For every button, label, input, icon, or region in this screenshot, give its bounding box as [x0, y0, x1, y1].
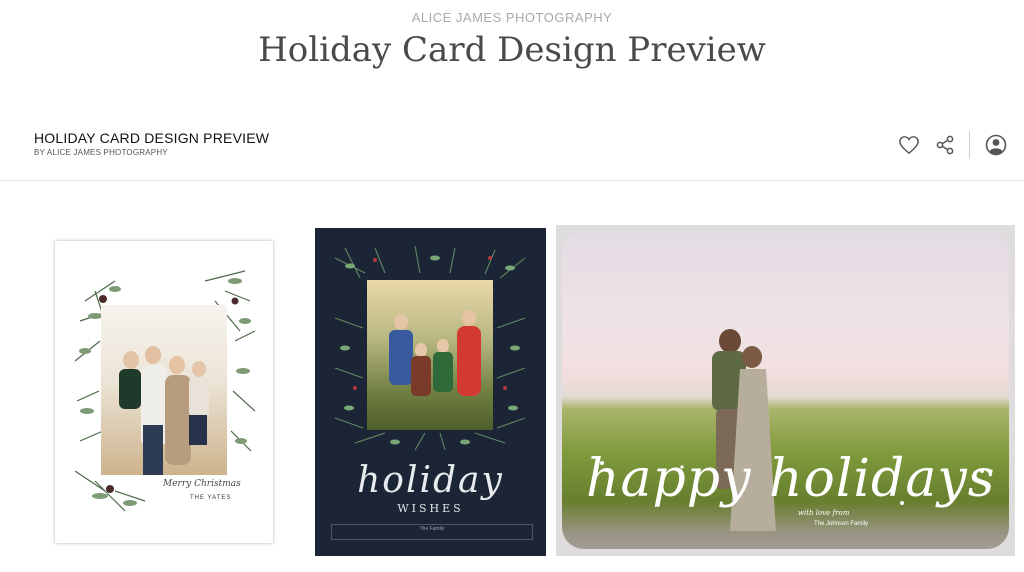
- card-design-happy-holidays[interactable]: happy holidays with love from The Johnso…: [556, 225, 1015, 556]
- card-title-text: holiday: [357, 460, 504, 501]
- card-design-holiday-wishes[interactable]: holiday WISHES The Family: [315, 228, 546, 556]
- gallery-header: HOLIDAY CARD DESIGN PREVIEW BY ALICE JAM…: [0, 122, 1024, 181]
- gallery-subtitle: BY ALICE JAMES PHOTOGRAPHY: [34, 148, 168, 157]
- brand-name: ALICE JAMES PHOTOGRAPHY: [411, 10, 613, 25]
- gallery-title: HOLIDAY CARD DESIGN PREVIEW: [34, 130, 270, 146]
- account-icon: [985, 134, 1007, 156]
- family-photo: [367, 280, 493, 430]
- card-family-name: THE YATES: [190, 495, 232, 501]
- family-silhouette: [389, 310, 481, 396]
- card-family-name: The Family: [419, 526, 445, 532]
- favorite-button[interactable]: [895, 131, 923, 159]
- account-button[interactable]: [982, 131, 1010, 159]
- card-title-text: happy holidays: [586, 449, 996, 509]
- name-box: The Family: [331, 524, 533, 540]
- action-divider: [969, 131, 970, 159]
- family-photo: [101, 305, 227, 475]
- heart-icon: [899, 136, 919, 155]
- card-subtitle-text: WISHES: [397, 502, 464, 515]
- card-family-name: The Johnson Family: [814, 521, 869, 527]
- page-title: Holiday Card Design Preview: [258, 30, 766, 70]
- family-silhouette: [119, 346, 209, 475]
- couple-photo: happy holidays with love from The Johnso…: [562, 231, 1009, 549]
- share-icon: [936, 135, 954, 155]
- card-design-merry-christmas[interactable]: Merry Christmas THE YATES: [55, 241, 273, 543]
- card-script-text: Merry Christmas: [163, 479, 241, 489]
- share-button[interactable]: [931, 131, 959, 159]
- card-note-text: with love from: [798, 509, 850, 517]
- gallery-actions: [895, 130, 1010, 160]
